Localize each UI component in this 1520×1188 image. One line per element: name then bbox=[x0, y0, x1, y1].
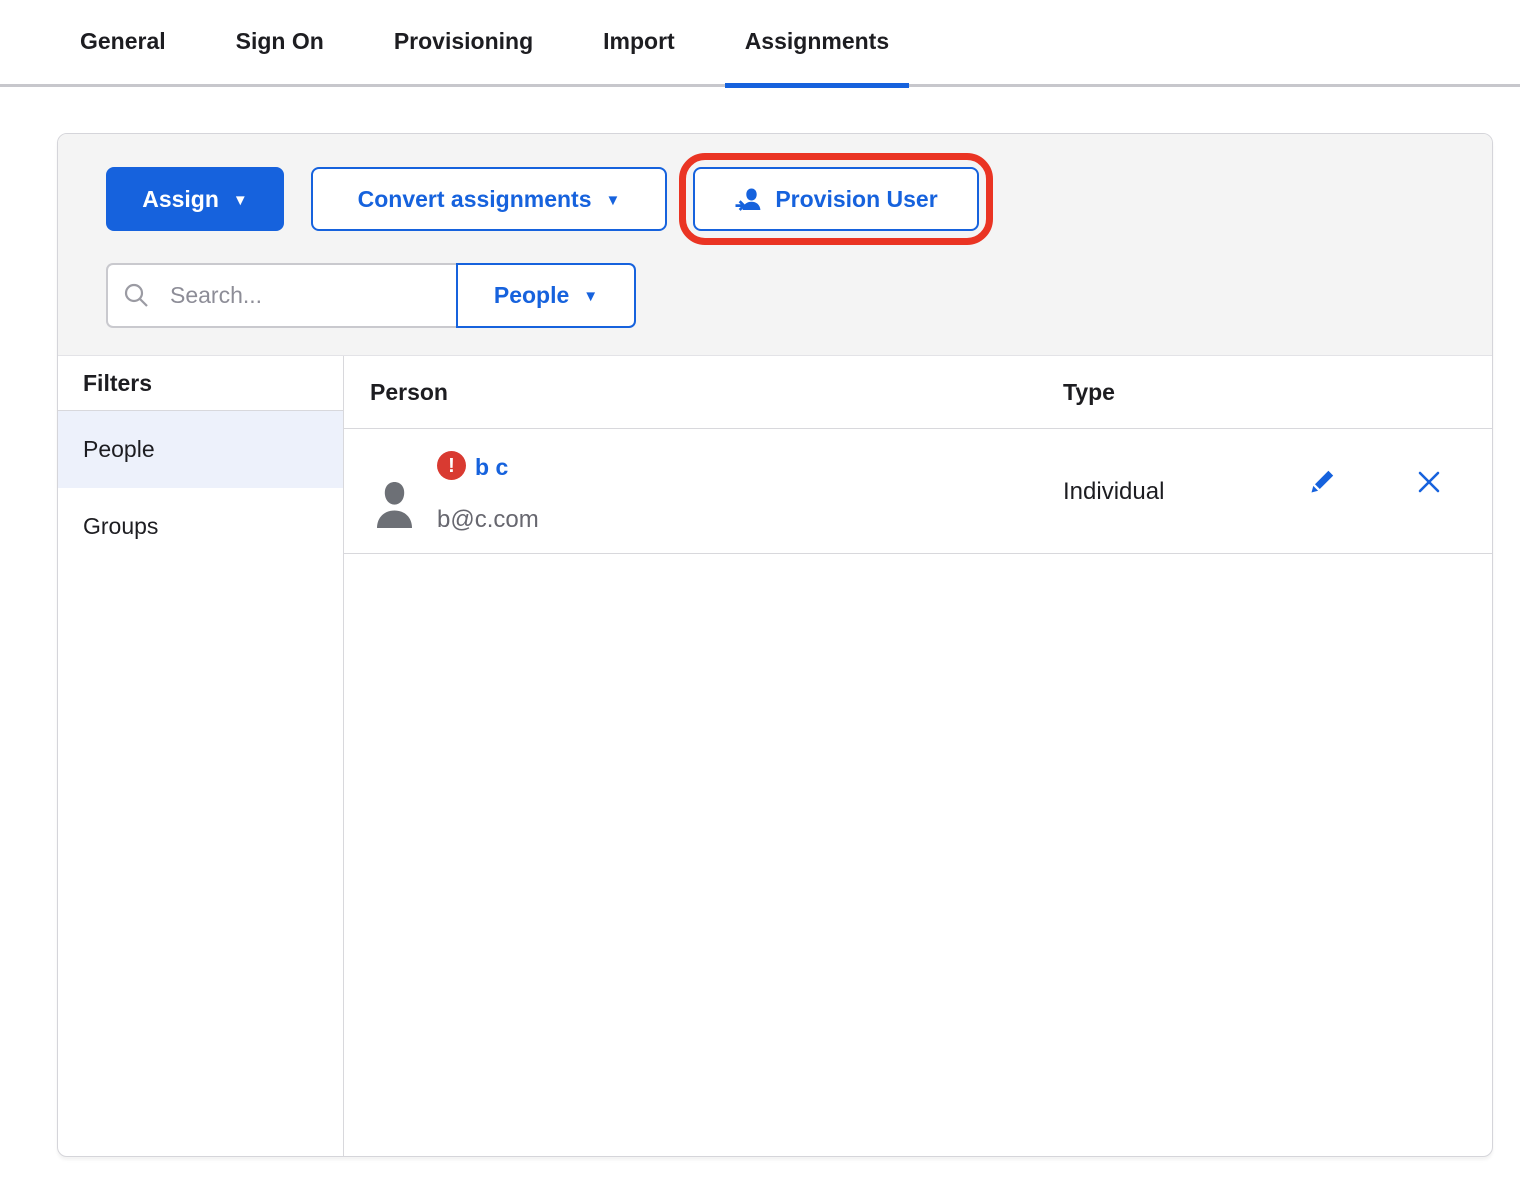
tab-import[interactable]: Import bbox=[583, 0, 695, 88]
search-row: People ▼ bbox=[106, 263, 1492, 328]
person-avatar-icon bbox=[376, 480, 413, 533]
search-icon bbox=[123, 282, 150, 314]
column-header-person: Person bbox=[370, 356, 448, 429]
assign-button[interactable]: Assign ▼ bbox=[106, 167, 284, 231]
person-email: b@c.com bbox=[437, 506, 539, 534]
assignment-type: Individual bbox=[1063, 478, 1164, 506]
provision-user-label: Provision User bbox=[775, 186, 937, 213]
caret-down-icon: ▼ bbox=[583, 288, 598, 305]
assignments-panel: Assign ▼ Convert assignments ▼ Provi bbox=[57, 133, 1493, 1157]
edit-assignment-button[interactable] bbox=[1310, 467, 1337, 497]
tab-sign-on[interactable]: Sign On bbox=[216, 0, 344, 88]
error-badge: ! bbox=[437, 451, 466, 480]
caret-down-icon: ▼ bbox=[606, 192, 621, 209]
tab-provisioning[interactable]: Provisioning bbox=[374, 0, 553, 88]
error-badge-glyph: ! bbox=[448, 456, 455, 476]
search-scope-label: People bbox=[494, 282, 569, 309]
tab-assignments[interactable]: Assignments bbox=[725, 0, 909, 88]
assignments-toolbar: Assign ▼ Convert assignments ▼ Provi bbox=[58, 134, 1492, 356]
convert-assignments-label: Convert assignments bbox=[358, 186, 592, 213]
filter-item-groups[interactable]: Groups bbox=[58, 488, 343, 565]
table-row: ! b c b@c.com Individual bbox=[344, 429, 1492, 554]
assignments-content: Filters People Groups Person Type ! b bbox=[58, 356, 1492, 1156]
search-input[interactable] bbox=[106, 263, 456, 328]
tab-general[interactable]: General bbox=[60, 0, 186, 88]
edit-pencil-icon bbox=[1310, 482, 1337, 497]
table-header-row: Person Type bbox=[344, 356, 1492, 429]
filters-sidebar: Filters People Groups bbox=[58, 356, 344, 1156]
convert-assignments-button[interactable]: Convert assignments ▼ bbox=[311, 167, 667, 231]
remove-x-icon bbox=[1417, 482, 1441, 497]
app-tab-bar: General Sign On Provisioning Import Assi… bbox=[0, 0, 1520, 87]
search-scope-dropdown[interactable]: People ▼ bbox=[456, 263, 636, 328]
red-highlight-annotation: Provision User bbox=[679, 153, 993, 245]
provision-user-button[interactable]: Provision User bbox=[693, 167, 979, 231]
toolbar-button-row: Assign ▼ Convert assignments ▼ Provi bbox=[106, 153, 1492, 245]
assign-button-label: Assign bbox=[142, 186, 219, 213]
filter-item-people[interactable]: People bbox=[58, 411, 343, 488]
filters-title: Filters bbox=[58, 356, 343, 411]
search-box bbox=[106, 263, 456, 328]
assignments-table: Person Type ! b c b@c.com Individual bbox=[344, 356, 1492, 1156]
remove-assignment-button[interactable] bbox=[1417, 470, 1441, 497]
provision-user-icon bbox=[734, 185, 762, 213]
caret-down-icon: ▼ bbox=[233, 192, 248, 209]
column-header-type: Type bbox=[1063, 356, 1115, 429]
person-name-link[interactable]: b c bbox=[475, 454, 508, 481]
